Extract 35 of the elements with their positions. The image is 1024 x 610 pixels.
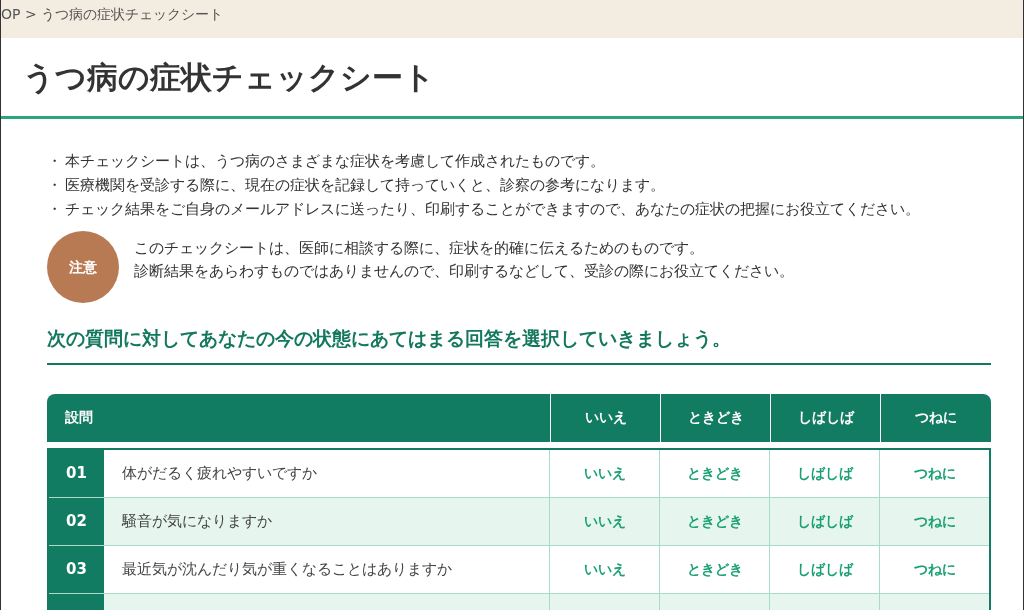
bullet-text: 医療機関を受診する際に、現在の症状を記録して持っていくと、診察の参考になります。 <box>65 176 665 195</box>
notice-text: 診断結果をあらわすものではありませんので、印刷するなどして、受診の際にお役立てください。 <box>134 262 794 281</box>
answer-option[interactable]: いいえ <box>549 449 660 497</box>
bullet-mark: ・ <box>47 200 63 219</box>
column-header: しばしば <box>770 393 880 442</box>
breadcrumb[interactable]: OP > うつ病の症状チェックシート <box>1 6 224 22</box>
answer-option[interactable]: ときどき <box>659 545 770 593</box>
column-header: つねに <box>880 393 990 442</box>
notice-badge: 注意 <box>47 231 119 303</box>
answer-option[interactable]: しばしば <box>769 545 880 593</box>
page-title: うつ病の症状チェックシート <box>23 57 435 97</box>
bullet-text: 本チェックシートは、うつ病のさまざまな症状を考慮して作成されたものです。 <box>65 152 605 171</box>
answer-option[interactable]: しばしば <box>769 497 880 545</box>
answer-option[interactable]: つねに <box>879 545 989 593</box>
answer-option[interactable]: いいえ <box>549 545 660 593</box>
question-text: 体がだるく疲れやすいですか <box>120 463 318 484</box>
bullet-text: チェック結果をご自身のメールアドレスに送ったり、印刷することができますので、あなたの症状の把握にお役立てください。 <box>65 200 920 219</box>
question-text: 最近気が沈んだり気が重くなることはありますか <box>120 559 453 580</box>
answer-option[interactable]: ときどき <box>659 497 770 545</box>
question-number: 02 <box>49 497 104 545</box>
notice-text: このチェックシートは、医師に相談する際に、症状を的確に伝えるためのものです。 <box>134 239 705 258</box>
section-heading: 次の質問に対してあなたの今の状態にあてはまる回答を選択していきましょう。 <box>47 325 991 365</box>
column-header: いいえ <box>550 393 660 442</box>
question-number: 01 <box>49 449 104 497</box>
answer-option[interactable]: しばしば <box>769 449 880 497</box>
bullet-mark: ・ <box>47 176 63 195</box>
question-text: 騒音が気になりますか <box>120 511 273 532</box>
answer-option[interactable]: つねに <box>879 449 989 497</box>
answer-option[interactable]: ときどき <box>659 449 770 497</box>
column-header: 設問 <box>64 408 94 428</box>
answer-option[interactable]: いいえ <box>549 497 660 545</box>
bullet-mark: ・ <box>47 152 63 171</box>
answer-option[interactable]: つねに <box>879 497 989 545</box>
column-header: ときどき <box>660 393 770 442</box>
question-number: 03 <box>49 545 104 593</box>
